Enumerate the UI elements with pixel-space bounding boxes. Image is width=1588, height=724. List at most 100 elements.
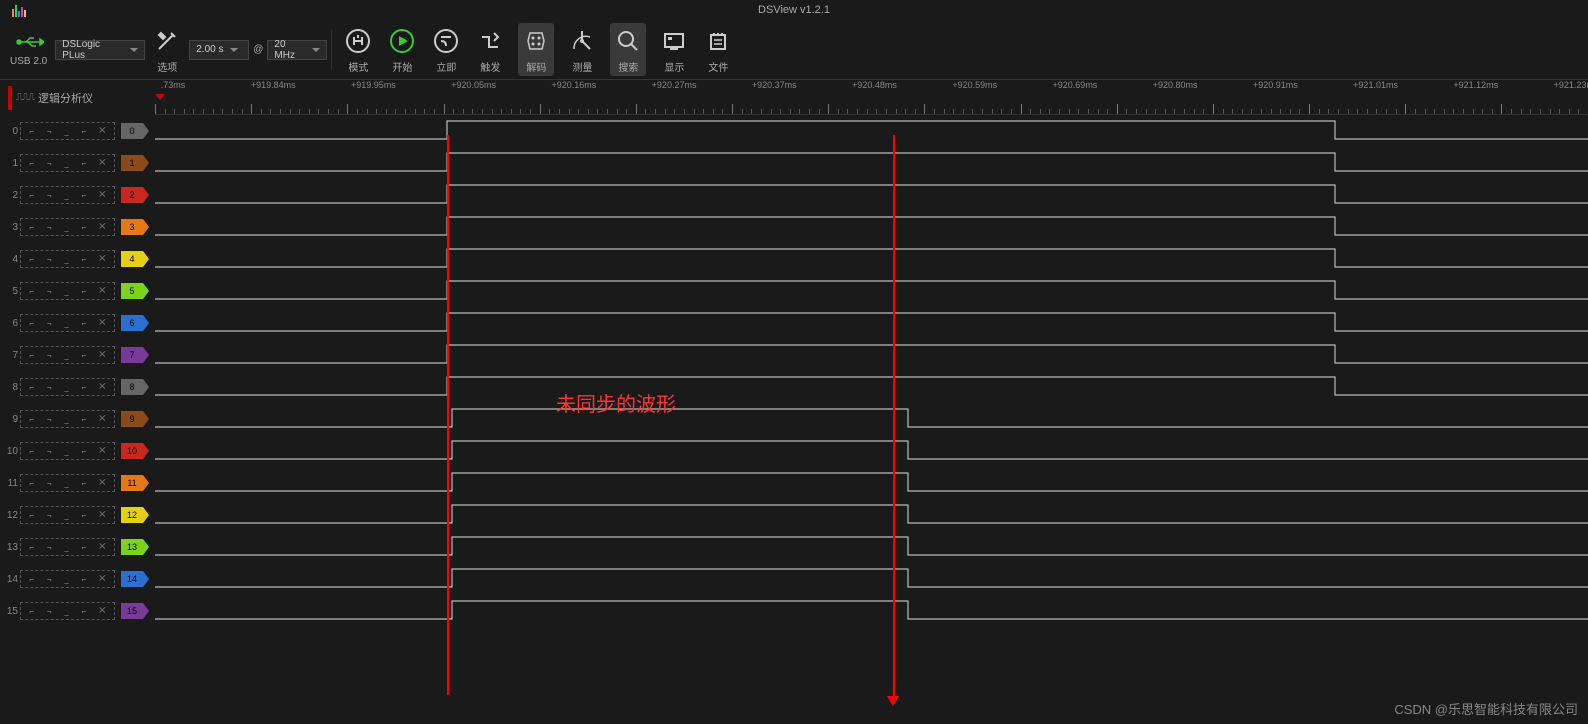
device-select[interactable]: DSLogic PLus (55, 40, 145, 60)
waveform[interactable] (155, 531, 1588, 563)
waveform[interactable] (155, 339, 1588, 371)
channel-row-9: 9⌐¬_⌐⨉9 (0, 403, 1588, 435)
waveform[interactable] (155, 147, 1588, 179)
channel-row-0: 0⌐¬_⌐⨉0 (0, 115, 1588, 147)
waveform[interactable] (155, 115, 1588, 147)
trigger-condition-box[interactable]: ⌐¬_⌐⨉ (20, 122, 115, 140)
channel-tag[interactable]: 10 (121, 443, 143, 459)
ruler-label: +920.59ms (952, 80, 997, 90)
ruler-label: +921.01ms (1353, 80, 1398, 90)
rate-select[interactable]: 20 MHz (267, 40, 327, 60)
ruler-label: +920.48ms (852, 80, 897, 90)
ruler-label: +920.37ms (752, 80, 797, 90)
toolbar-divider (331, 30, 332, 70)
channel-tag[interactable]: 1 (121, 155, 143, 171)
trigger-condition-box[interactable]: ⌐¬_⌐⨉ (20, 282, 115, 300)
channel-tag[interactable]: 2 (121, 187, 143, 203)
wrench-icon (151, 25, 183, 57)
file-icon (702, 25, 734, 57)
channel-row-5: 5⌐¬_⌐⨉5 (0, 275, 1588, 307)
decode-button[interactable]: 解码 (518, 23, 554, 76)
channel-tag[interactable]: 12 (121, 507, 143, 523)
channel-row-11: 11⌐¬_⌐⨉11 (0, 467, 1588, 499)
trigger-condition-box[interactable]: ⌐¬_⌐⨉ (20, 570, 115, 588)
waveform[interactable] (155, 467, 1588, 499)
channel-tag[interactable]: 9 (121, 411, 143, 427)
search-icon (612, 25, 644, 57)
trigger-button[interactable]: 触发 (474, 25, 506, 74)
channel-tag[interactable]: 15 (121, 603, 143, 619)
channels-area: 0⌐¬_⌐⨉01⌐¬_⌐⨉12⌐¬_⌐⨉23⌐¬_⌐⨉34⌐¬_⌐⨉45⌐¬_⌐… (0, 115, 1588, 627)
trigger-icon (474, 25, 506, 57)
channel-row-15: 15⌐¬_⌐⨉15 (0, 595, 1588, 627)
sidebar-header: ⎍⎍⎍ 逻辑分析仪 (0, 80, 155, 115)
search-button[interactable]: 搜索 (610, 23, 646, 76)
trigger-condition-box[interactable]: ⌐¬_⌐⨉ (20, 378, 115, 396)
channel-number: 7 (4, 350, 18, 361)
ruler-area: ⎍⎍⎍ 逻辑分析仪 .73ms+919.84ms+919.95ms+920.05… (0, 80, 1588, 115)
trigger-condition-box[interactable]: ⌐¬_⌐⨉ (20, 538, 115, 556)
display-button[interactable]: 显示 (658, 25, 690, 74)
channel-tag[interactable]: 13 (121, 539, 143, 555)
ruler-label: +919.95ms (351, 80, 396, 90)
mode-button[interactable]: 模式 (342, 25, 374, 74)
waveform[interactable] (155, 307, 1588, 339)
channel-tag[interactable]: 0 (121, 123, 143, 139)
trigger-condition-box[interactable]: ⌐¬_⌐⨉ (20, 314, 115, 332)
ruler-label: +921.12ms (1453, 80, 1498, 90)
channel-number: 13 (4, 542, 18, 553)
waveform[interactable] (155, 211, 1588, 243)
trigger-condition-box[interactable]: ⌐¬_⌐⨉ (20, 218, 115, 236)
trigger-condition-box[interactable]: ⌐¬_⌐⨉ (20, 602, 115, 620)
trigger-condition-box[interactable]: ⌐¬_⌐⨉ (20, 506, 115, 524)
channel-tag[interactable]: 8 (121, 379, 143, 395)
channel-tag[interactable]: 5 (121, 283, 143, 299)
waveform[interactable] (155, 435, 1588, 467)
duration-select[interactable]: 2.00 s (189, 40, 249, 60)
channel-row-12: 12⌐¬_⌐⨉12 (0, 499, 1588, 531)
waveform[interactable] (155, 403, 1588, 435)
trigger-condition-box[interactable]: ⌐¬_⌐⨉ (20, 410, 115, 428)
usb-label: USB 2.0 (10, 56, 47, 67)
ruler-label: +920.05ms (451, 80, 496, 90)
waveform[interactable] (155, 563, 1588, 595)
channel-tag[interactable]: 4 (121, 251, 143, 267)
time-ruler[interactable]: .73ms+919.84ms+919.95ms+920.05ms+920.16m… (155, 80, 1588, 115)
trigger-condition-box[interactable]: ⌐¬_⌐⨉ (20, 442, 115, 460)
app-logo-icon (12, 3, 26, 17)
waveform[interactable] (155, 275, 1588, 307)
channel-number: 12 (4, 510, 18, 521)
waveform[interactable] (155, 179, 1588, 211)
measure-button[interactable]: 测量 (566, 25, 598, 74)
trigger-condition-box[interactable]: ⌐¬_⌐⨉ (20, 346, 115, 364)
channel-tag[interactable]: 3 (121, 219, 143, 235)
start-button[interactable]: 开始 (386, 25, 418, 74)
usb-icon (16, 33, 44, 54)
trigger-condition-box[interactable]: ⌐¬_⌐⨉ (20, 474, 115, 492)
ruler-label: .73ms (161, 80, 186, 90)
red-marker-icon (8, 86, 12, 110)
logic-analyzer-label: 逻辑分析仪 (38, 90, 93, 106)
channel-row-7: 7⌐¬_⌐⨉7 (0, 339, 1588, 371)
channel-row-13: 13⌐¬_⌐⨉13 (0, 531, 1588, 563)
channel-number: 3 (4, 222, 18, 233)
waveform[interactable] (155, 499, 1588, 531)
ruler-label: +920.91ms (1253, 80, 1298, 90)
display-icon (658, 25, 690, 57)
waveform[interactable] (155, 243, 1588, 275)
channel-tag[interactable]: 11 (121, 475, 143, 491)
waveform[interactable] (155, 595, 1588, 627)
channel-number: 10 (4, 446, 18, 457)
instant-button[interactable]: 立即 (430, 25, 462, 74)
channel-tag[interactable]: 6 (121, 315, 143, 331)
channel-tag[interactable]: 7 (121, 347, 143, 363)
cursor-marker-icon[interactable] (155, 94, 165, 100)
trigger-condition-box[interactable]: ⌐¬_⌐⨉ (20, 154, 115, 172)
file-button[interactable]: 文件 (702, 25, 734, 74)
channel-number: 14 (4, 574, 18, 585)
options-button[interactable]: 选项 (151, 25, 183, 74)
trigger-condition-box[interactable]: ⌐¬_⌐⨉ (20, 186, 115, 204)
trigger-condition-box[interactable]: ⌐¬_⌐⨉ (20, 250, 115, 268)
waveform[interactable] (155, 371, 1588, 403)
channel-tag[interactable]: 14 (121, 571, 143, 587)
